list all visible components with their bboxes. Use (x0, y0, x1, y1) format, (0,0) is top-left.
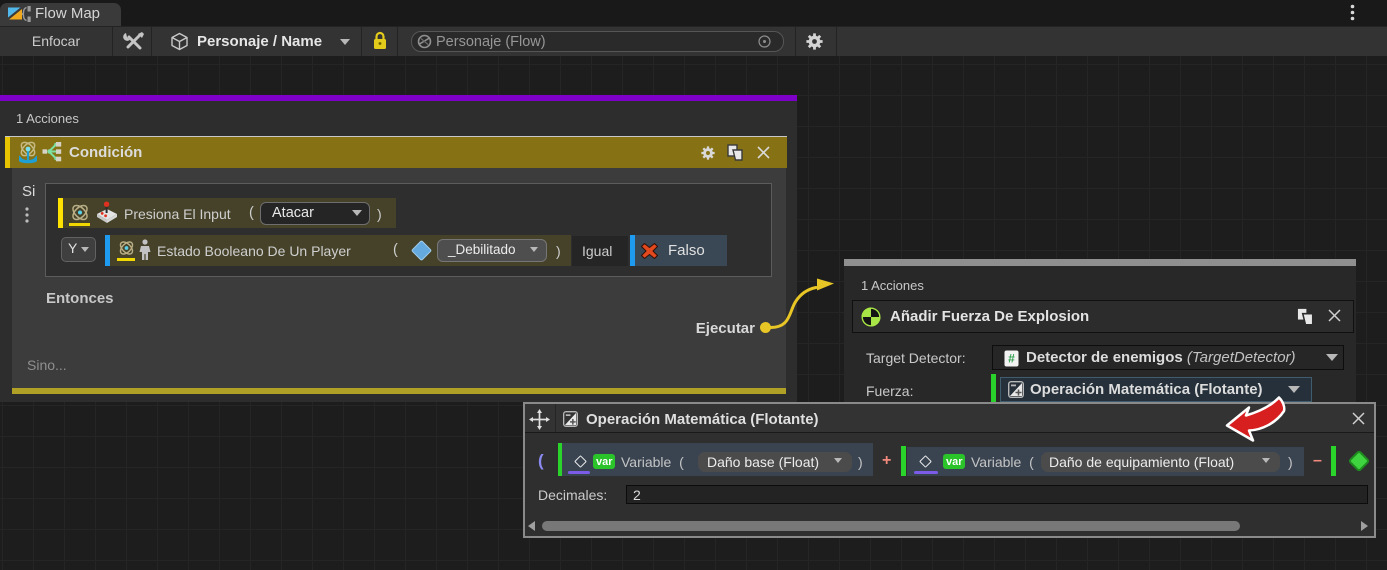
svg-text:#: # (1008, 352, 1015, 366)
